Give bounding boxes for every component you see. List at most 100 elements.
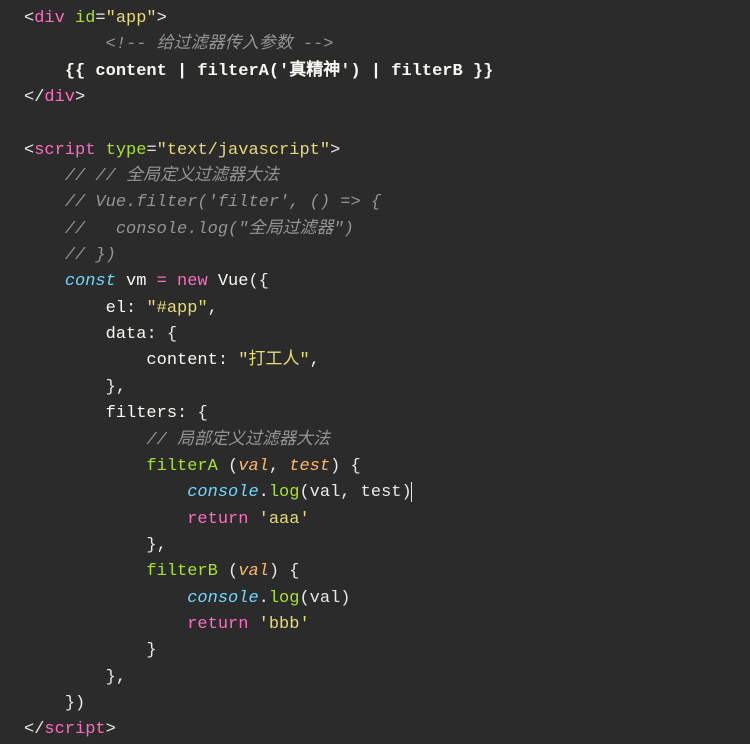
token-punct: . [259,589,269,608]
token-var [146,272,156,291]
code-line[interactable] [24,111,750,137]
token-var [248,510,258,529]
code-line[interactable]: filterA (val, test) { [24,454,750,480]
code-line[interactable]: <!-- 给过滤器传入参数 --> [24,32,750,58]
code-line[interactable]: // 局部定义过滤器大法 [24,428,750,454]
token-prop: content [146,351,217,370]
code-line[interactable]: content: "打工人", [24,348,750,374]
token-str: 'bbb' [259,615,310,634]
token-str: 'aaa' [259,510,310,529]
token-func: filterB [146,562,217,581]
token-builtin: console [187,589,258,608]
token-param: val [238,562,269,581]
code-line[interactable]: // // 全局定义过滤器大法 [24,164,750,190]
token-var [248,615,258,634]
code-line[interactable]: <div id="app"> [24,6,750,32]
code-editor[interactable]: <div id="app"> <!-- 给过滤器传入参数 --> {{ cont… [0,6,750,744]
token-punct: ( [218,457,238,476]
token-attr-name: type [106,141,147,160]
token-punct: , [208,299,218,318]
code-line[interactable]: console.log(val, test) [24,480,750,506]
code-line[interactable]: console.log(val) [24,586,750,612]
code-line[interactable]: el: "#app", [24,296,750,322]
token-func: log [269,589,300,608]
token-punct: : { [146,325,177,344]
code-line[interactable]: }) [24,691,750,717]
token-attr-name: id [75,9,95,28]
token-op: = [157,272,167,291]
token-punct: = [95,9,105,28]
token-func: log [269,483,300,502]
code-line[interactable]: } [24,638,750,664]
token-punct: < [24,9,34,28]
token-kw-new: return [187,510,248,529]
token-punct: : { [177,404,208,423]
code-line[interactable]: {{ content | filterA('真精神') | filterB }} [24,59,750,85]
token-punct: . [259,483,269,502]
code-line[interactable]: // console.log("全局过滤器") [24,217,750,243]
token-punct: }, [106,378,126,397]
token-punct: > [75,88,85,107]
token-punct: (val) [299,589,350,608]
token-kw-new: new [177,272,208,291]
code-line[interactable]: }, [24,533,750,559]
token-str: "打工人" [238,351,309,370]
token-tag-name: div [34,9,65,28]
code-line[interactable]: filters: { [24,401,750,427]
token-punct: ( [218,562,238,581]
code-line[interactable]: }, [24,375,750,401]
token-punct: = [146,141,156,160]
token-punct: : [218,351,238,370]
code-line[interactable]: filterB (val) { [24,559,750,585]
token-attr-val: "text/javascript" [157,141,330,160]
token-punct: , [310,351,320,370]
token-punct: </ [24,720,44,739]
token-comment: // }) [65,246,116,265]
token-var [208,272,218,291]
token-tag-name: div [44,88,75,107]
code-line[interactable]: return 'aaa' [24,507,750,533]
token-cls: Vue [218,272,249,291]
token-comment: // console.log("全局过滤器") [65,220,354,239]
token-var: vm [126,272,146,291]
token-prop: el [106,299,126,318]
token-comment: <!-- 给过滤器传入参数 --> [106,35,334,54]
token-punct [65,9,75,28]
token-attr-val: "app" [106,9,157,28]
token-punct: }, [106,668,126,687]
code-line[interactable]: // }) [24,243,750,269]
token-punct: (val, test) [299,483,411,502]
token-punct: } [146,641,156,660]
token-kw-new: return [187,615,248,634]
token-punct: > [157,9,167,28]
token-param: test [289,457,330,476]
code-line[interactable]: <script type="text/javascript"> [24,138,750,164]
token-prop: filters [106,404,177,423]
token-punct: ) { [269,562,300,581]
token-punct [95,141,105,160]
token-comment: // 局部定义过滤器大法 [146,431,330,450]
code-line[interactable]: }, [24,665,750,691]
code-line[interactable]: const vm = new Vue({ [24,269,750,295]
token-punct: }) [65,694,85,713]
token-func: filterA [146,457,217,476]
code-line[interactable]: // Vue.filter('filter', () => { [24,190,750,216]
token-punct: </ [24,88,44,107]
token-comment: // Vue.filter('filter', () => { [65,193,381,212]
code-line[interactable]: return 'bbb' [24,612,750,638]
token-punct: ({ [248,272,268,291]
token-builtin: console [187,483,258,502]
token-tag-name: script [44,720,105,739]
token-text-b: {{ content | filterA('真精神') | filterB }} [65,62,493,81]
token-param: val [238,457,269,476]
code-line[interactable]: data: { [24,322,750,348]
token-kw: const [65,272,116,291]
token-var [167,272,177,291]
code-line[interactable]: </div> [24,85,750,111]
token-punct: > [106,720,116,739]
token-punct: < [24,141,34,160]
code-line[interactable]: </script> [24,717,750,743]
token-var [116,272,126,291]
token-prop: data [106,325,147,344]
token-punct: > [330,141,340,160]
